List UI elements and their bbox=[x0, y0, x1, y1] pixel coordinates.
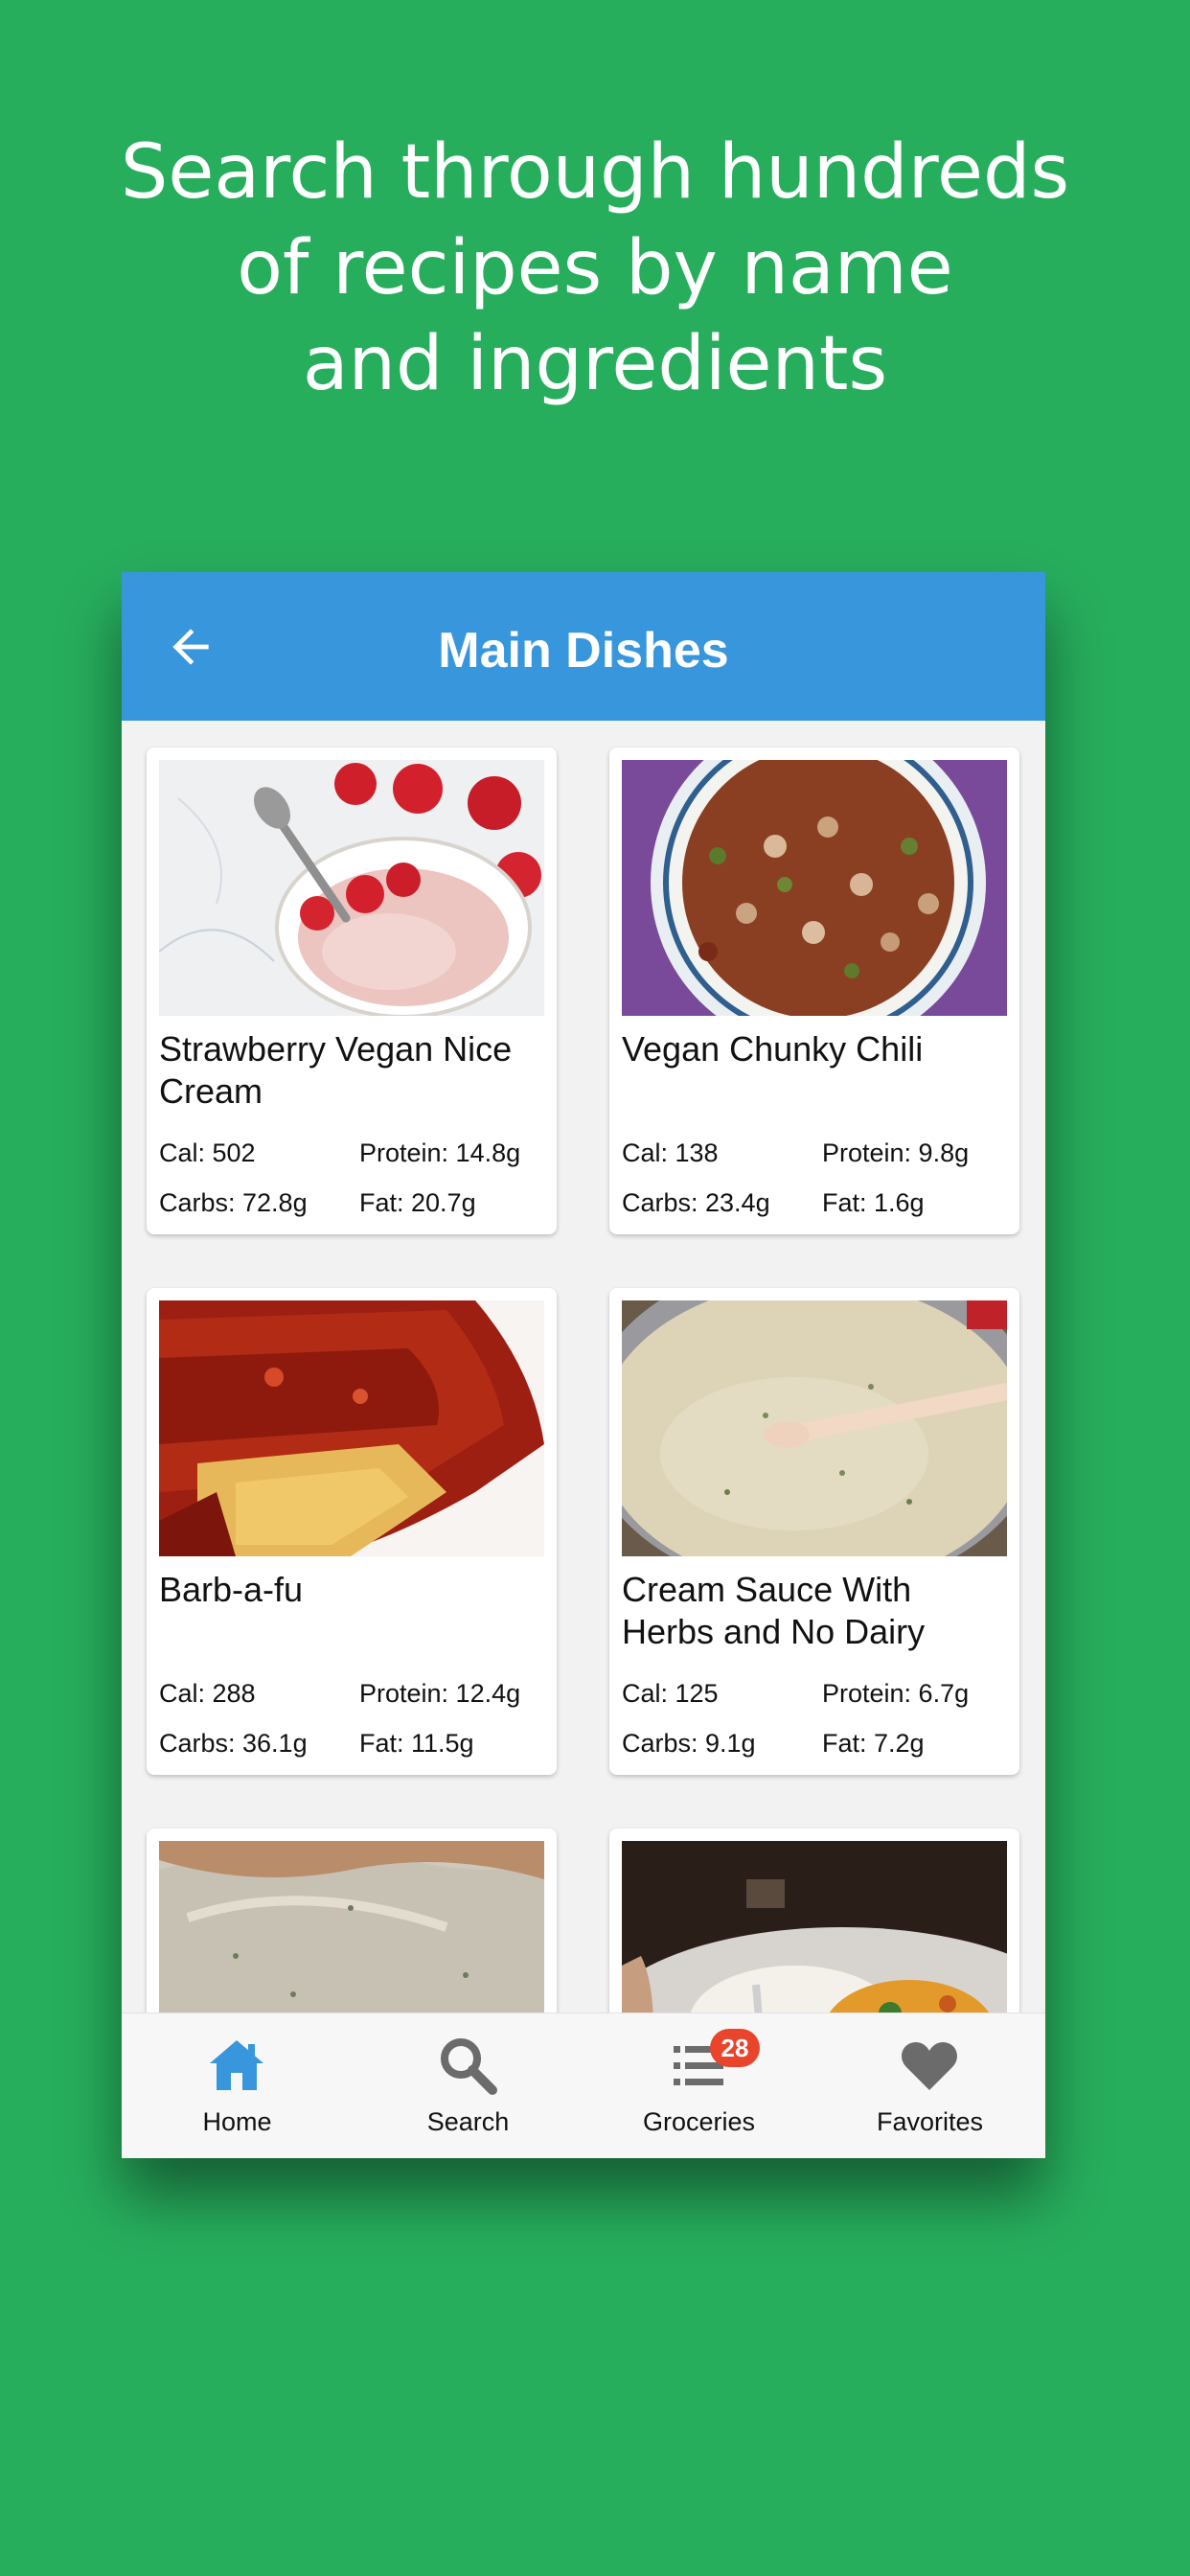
nav-groceries[interactable]: 28 Groceries bbox=[584, 2013, 814, 2158]
search-icon bbox=[441, 2038, 497, 2095]
recipe-carbs: Carbs: 23.4g bbox=[622, 1188, 770, 1217]
arrow-left-icon[interactable] bbox=[164, 620, 217, 674]
recipe-image bbox=[622, 760, 1007, 1016]
recipe-fat: Fat: 7.2g bbox=[822, 1729, 925, 1758]
recipe-calories: Cal: 288 bbox=[159, 1679, 256, 1708]
recipe-title: Barb-a-fu bbox=[159, 1570, 304, 1609]
groceries-count-badge: 28 bbox=[710, 2029, 760, 2067]
recipe-title: Vegan Chunky Chili bbox=[622, 1029, 924, 1069]
nav-favorites[interactable]: Favorites bbox=[814, 2013, 1045, 2158]
nav-search[interactable]: Search bbox=[353, 2013, 584, 2158]
heart-icon bbox=[902, 2042, 957, 2090]
recipe-card[interactable]: Strawberry Vegan Nice Cream Cal: 502 Pro… bbox=[147, 748, 557, 1234]
nav-favorites-label: Favorites bbox=[876, 2107, 984, 2136]
recipe-protein: Protein: 6.7g bbox=[822, 1679, 970, 1708]
home-icon bbox=[210, 2040, 263, 2090]
page-title: Main Dishes bbox=[438, 623, 729, 678]
app-bar: Main Dishes bbox=[122, 572, 1045, 721]
recipe-protein: Protein: 12.4g bbox=[359, 1679, 521, 1708]
recipe-fat: Fat: 11.5g bbox=[359, 1729, 474, 1758]
recipe-calories: Cal: 138 bbox=[622, 1138, 719, 1167]
headline-line-3: and ingredients bbox=[302, 321, 888, 407]
recipe-card[interactable]: Cream Sauce With Herbs and No Dairy Cal:… bbox=[609, 1288, 1019, 1775]
recipe-calories: Cal: 502 bbox=[159, 1138, 256, 1167]
recipe-card[interactable]: Barb-a-fu Cal: 288 Protein: 12.4g Carbs:… bbox=[147, 1288, 557, 1775]
recipe-carbs: Carbs: 36.1g bbox=[159, 1729, 308, 1758]
recipe-image bbox=[159, 760, 544, 1016]
nav-search-label: Search bbox=[426, 2107, 510, 2136]
headline-line-1: Search through hundreds bbox=[120, 129, 1070, 216]
recipe-fat: Fat: 20.7g bbox=[359, 1188, 476, 1217]
recipe-protein: Protein: 9.8g bbox=[822, 1138, 970, 1167]
recipe-carbs: Carbs: 9.1g bbox=[622, 1729, 756, 1758]
recipe-title: Cream Sauce With Herbs and No Dairy bbox=[622, 1570, 926, 1651]
recipe-carbs: Carbs: 72.8g bbox=[159, 1188, 308, 1217]
recipe-image bbox=[159, 1300, 544, 1556]
nav-groceries-label: Groceries bbox=[642, 2107, 756, 2136]
headline: Search through hundreds of recipes by na… bbox=[0, 125, 1190, 412]
recipe-title: Strawberry Vegan Nice Cream bbox=[159, 1029, 513, 1111]
recipe-calories: Cal: 125 bbox=[622, 1679, 719, 1708]
recipe-fat: Fat: 1.6g bbox=[822, 1188, 925, 1217]
recipe-card[interactable]: Vegan Chunky Chili Cal: 138 Protein: 9.8… bbox=[609, 748, 1019, 1234]
phone-screen: Main Dishes Strawberry Vegan Nice Cream … bbox=[122, 572, 1045, 2158]
bottom-navigation: Home Search 28 Groceries Favorites bbox=[122, 2012, 1045, 2158]
nav-home-label: Home bbox=[202, 2107, 272, 2136]
recipe-protein: Protein: 14.8g bbox=[359, 1138, 521, 1167]
nav-home[interactable]: Home bbox=[122, 2013, 353, 2158]
headline-line-2: of recipes by name bbox=[237, 225, 953, 311]
recipe-image bbox=[622, 1300, 1007, 1556]
